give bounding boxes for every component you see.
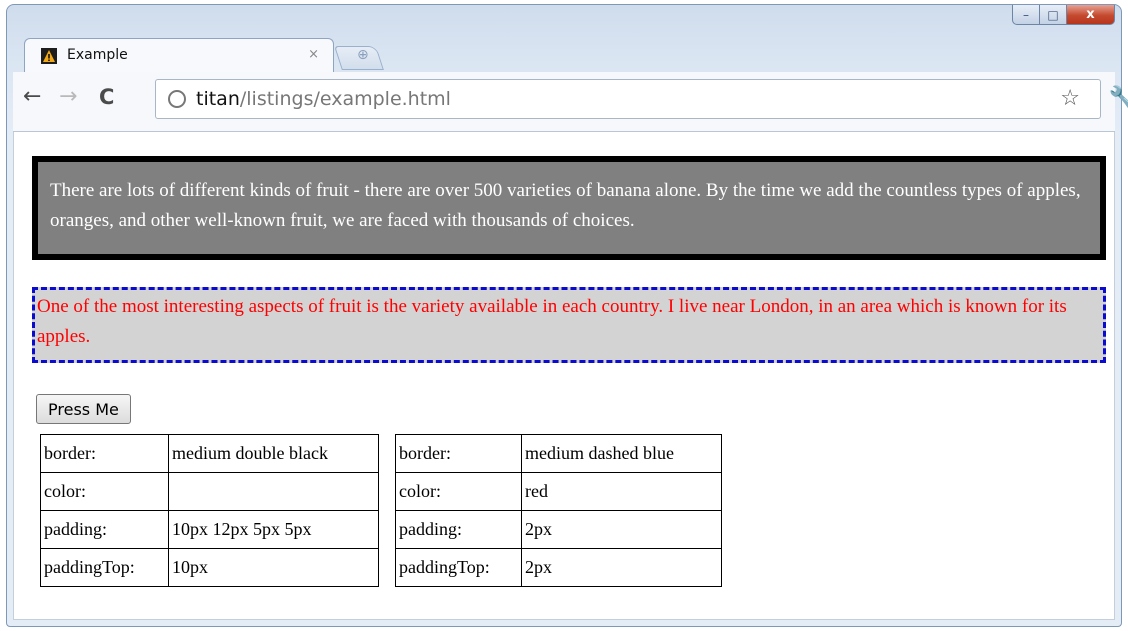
url-text[interactable]: titan/listings/example.html <box>196 88 451 110</box>
properties-table-2: border: medium dashed blue color: red padd… <box>395 434 722 587</box>
url-path: /listings/example.html <box>239 88 451 110</box>
property-value: medium dashed blue <box>521 434 722 473</box>
table-row: padding: 2px <box>395 510 722 549</box>
property-value <box>168 472 379 511</box>
fruit-paragraph-2: One of the most interesting aspects of f… <box>32 287 1106 363</box>
tab-example[interactable]: Example × <box>24 38 334 72</box>
maximize-button[interactable]: □ <box>1040 5 1067 25</box>
minimize-button[interactable]: – <box>1012 5 1040 25</box>
table-row: border: medium dashed blue <box>395 434 722 473</box>
property-key: border: <box>40 434 169 473</box>
reload-icon[interactable]: C <box>99 86 114 108</box>
new-tab-icon: ⊕ <box>357 47 369 63</box>
property-key: padding: <box>395 510 522 549</box>
property-value: 10px 12px 5px 5px <box>168 510 379 549</box>
page-viewport: There are lots of different kinds of fru… <box>13 132 1115 620</box>
warning-favicon-icon <box>41 48 57 64</box>
property-value: red <box>521 472 722 511</box>
property-key: padding: <box>40 510 169 549</box>
table-row: border: medium double black <box>40 434 379 473</box>
window-controls: – □ x <box>1012 5 1115 25</box>
close-window-button[interactable]: x <box>1067 5 1115 25</box>
fruit-paragraph-1: There are lots of different kinds of fru… <box>32 156 1106 260</box>
url-host: titan <box>196 88 240 110</box>
browser-toolbar: ← → C titan/listings/example.html ☆ 🔧 <box>13 72 1128 132</box>
globe-icon <box>168 90 186 108</box>
table-row: paddingTop: 10px <box>40 548 379 587</box>
address-bar[interactable]: titan/listings/example.html ☆ 🔧 <box>155 79 1128 119</box>
property-value: 2px <box>521 510 722 549</box>
press-me-button[interactable]: Press Me <box>36 394 131 424</box>
property-key: color: <box>395 472 522 511</box>
properties-table-1: border: medium double black color: paddin… <box>40 434 379 587</box>
property-key: border: <box>395 434 522 473</box>
forward-arrow-icon[interactable]: → <box>59 86 77 108</box>
star-icon[interactable]: ☆ <box>1060 86 1080 111</box>
tab-title: Example <box>67 47 128 63</box>
wrench-icon[interactable]: 🔧 <box>1109 86 1128 111</box>
property-key: paddingTop: <box>395 548 522 587</box>
table-row: color: red <box>395 472 722 511</box>
property-value: 2px <box>521 548 722 587</box>
back-arrow-icon[interactable]: ← <box>23 86 41 108</box>
property-key: color: <box>40 472 169 511</box>
table-row: paddingTop: 2px <box>395 548 722 587</box>
table-row: padding: 10px 12px 5px 5px <box>40 510 379 549</box>
table-row: color: <box>40 472 379 511</box>
property-value: medium double black <box>168 434 379 473</box>
property-value: 10px <box>168 548 379 587</box>
property-key: paddingTop: <box>40 548 169 587</box>
tab-close-icon[interactable]: × <box>308 47 319 62</box>
